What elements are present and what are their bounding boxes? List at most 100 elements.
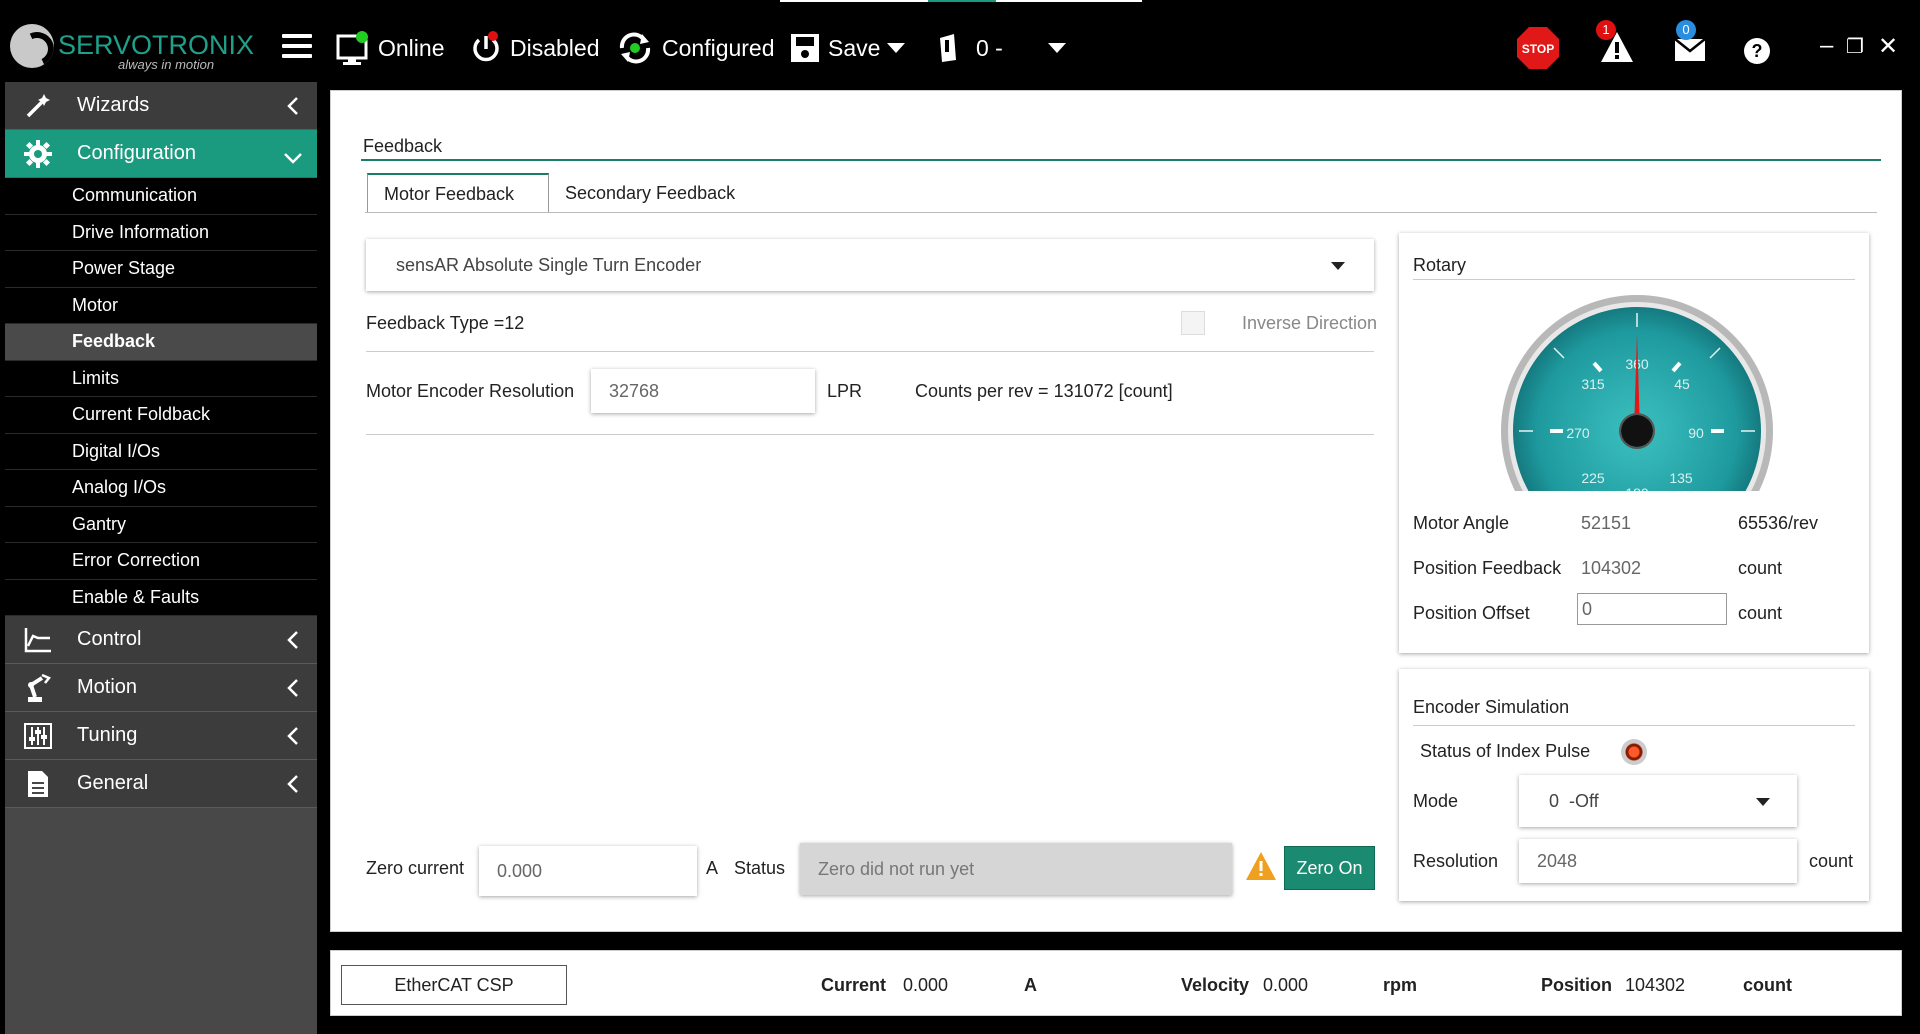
position-label: Position (1541, 975, 1612, 995)
drive-selector-dropdown[interactable]: 0 - (936, 28, 1075, 68)
sidebar-item-tuning[interactable]: Tuning (5, 712, 317, 760)
zero-on-button[interactable]: Zero On (1284, 846, 1375, 890)
sidebar-item-label: Configuration (77, 142, 196, 164)
gauge-tick-label: 90 (1688, 425, 1704, 441)
feedback-type-label: Feedback Type =12 (366, 313, 525, 333)
configured-status-button[interactable]: Configured (616, 28, 775, 68)
disabled-label: Disabled (510, 34, 600, 61)
inverse-direction-label: Inverse Direction (1242, 313, 1378, 333)
chevron-down-icon (283, 147, 303, 170)
sidebar-subitem-drive-information[interactable]: Drive Information (5, 214, 317, 251)
chart-icon (21, 623, 55, 657)
sidebar-subitem-current-foldback[interactable]: Current Foldback (5, 397, 317, 434)
chevron-left-icon (287, 630, 299, 656)
save-dropdown-button[interactable]: Save (790, 28, 914, 68)
gauge-tick-label: 180 (1625, 485, 1649, 491)
position-offset-label: Position Offset (1413, 603, 1530, 623)
sidebar-subitem-motor[interactable]: Motor (5, 287, 317, 324)
position-offset-input[interactable]: 0 (1577, 593, 1727, 625)
top-toolbar: SERVOTRONIX always in motion Online Disa… (0, 0, 1920, 78)
sidebar-item-general[interactable]: General (5, 760, 317, 808)
sidebar-item-wizards[interactable]: Wizards (5, 82, 317, 130)
zero-current-unit: A (706, 858, 719, 878)
alerts-button[interactable]: 1 (1596, 20, 1634, 69)
sidebar-subitem-analog-ios[interactable]: Analog I/Os (5, 470, 317, 507)
messages-badge: 0 (1676, 20, 1696, 40)
help-icon[interactable]: ? (1744, 38, 1770, 64)
section-divider (361, 159, 1881, 161)
gauge-tick-label: 270 (1566, 425, 1590, 441)
sim-resolution-input[interactable]: 2048 (1519, 839, 1797, 883)
motor-angle-unit: 65536/rev (1738, 513, 1819, 533)
servotronix-logo: SERVOTRONIX always in motion (10, 24, 254, 74)
monitor-icon (336, 31, 368, 65)
section-title: Feedback (363, 136, 443, 156)
hamburger-menu-icon[interactable] (282, 34, 312, 58)
encoder-resolution-label: Motor Encoder Resolution (366, 381, 575, 401)
sidebar-subitem-communication[interactable]: Communication (5, 178, 317, 215)
sidebar-subitem-digital-ios[interactable]: Digital I/Os (5, 433, 317, 470)
close-icon[interactable]: ✕ (1878, 32, 1898, 61)
position-feedback-unit: count (1738, 558, 1783, 578)
mode-select[interactable]: 0 -Off (1519, 775, 1797, 827)
zero-current-value: 0.000 (497, 860, 543, 881)
logo-tagline: always in motion (118, 57, 215, 72)
disabled-status-button[interactable]: Disabled (470, 28, 600, 68)
mode-value: 0 -Off (1549, 790, 1599, 811)
zero-status-field: Zero did not run yet (800, 843, 1232, 895)
drive-label: 0 - (976, 34, 1003, 61)
drive-icon (940, 34, 956, 62)
restore-icon[interactable]: ❐ (1846, 34, 1864, 59)
divider (366, 351, 1374, 352)
velocity-value: 0.000 (1263, 975, 1309, 995)
zero-current-label: Zero current (366, 858, 465, 878)
tab-motor-feedback[interactable]: Motor Feedback (367, 173, 549, 213)
encoder-resolution-unit: LPR (827, 381, 863, 401)
inverse-direction-checkbox[interactable] (1181, 311, 1205, 335)
gauge-tick-label: 225 (1581, 470, 1605, 486)
encoder-type-select[interactable]: sensAR Absolute Single Turn Encoder (366, 239, 1374, 291)
index-pulse-label: Status of Index Pulse (1420, 741, 1591, 761)
current-unit: A (1024, 975, 1037, 995)
zero-current-input[interactable]: 0.000 (479, 846, 697, 896)
gauge-hub (1621, 415, 1653, 447)
encoder-resolution-input[interactable]: 32768 (591, 369, 815, 413)
messages-button[interactable]: 0 (1674, 20, 1706, 67)
sim-resolution-unit: count (1809, 851, 1854, 871)
sidebar-item-control[interactable]: Control (5, 616, 317, 664)
gauge-tick-label: 315 (1581, 376, 1605, 392)
caret-down-icon (1331, 262, 1345, 270)
sidebar-item-motion[interactable]: Motion (5, 664, 317, 712)
status-bar: EtherCAT CSP Current 0.000 A Velocity 0.… (330, 950, 1902, 1016)
chevron-left-icon (287, 96, 299, 122)
sidebar-subitem-gantry[interactable]: Gantry (5, 506, 317, 543)
encoder-resolution-value: 32768 (609, 380, 660, 401)
stop-icon: STOP (1517, 27, 1559, 69)
rotary-card: Rotary 45 90 135 225 270 315 Motor Angle… (1399, 233, 1869, 653)
tab-secondary-feedback[interactable]: Secondary Feedback (549, 173, 751, 213)
configured-label: Configured (662, 34, 775, 61)
sidebar-item-configuration[interactable]: Configuration (5, 130, 317, 178)
online-status-button[interactable]: Online (336, 28, 444, 68)
sim-resolution-label: Resolution (1413, 851, 1499, 871)
gear-icon (21, 137, 55, 171)
motor-angle-value: 52151 (1581, 513, 1632, 533)
gauge-tick-label: 135 (1669, 470, 1693, 486)
sidebar-subitem-power-stage[interactable]: Power Stage (5, 251, 317, 288)
save-icon (791, 34, 819, 62)
motor-angle-label: Motor Angle (1413, 513, 1510, 533)
sidebar: Wizards Configuration Communication Driv… (5, 82, 317, 1034)
minimize-icon[interactable]: – (1820, 32, 1833, 60)
caret-down-icon (1047, 43, 1066, 53)
stop-button[interactable]: STOP (1516, 26, 1560, 70)
chevron-left-icon (287, 726, 299, 752)
sim-resolution-value: 2048 (1537, 850, 1578, 871)
position-offset-unit: count (1738, 603, 1783, 623)
velocity-label: Velocity (1181, 975, 1250, 995)
sidebar-subitem-feedback[interactable]: Feedback (5, 324, 317, 361)
caret-down-icon (887, 43, 906, 53)
sidebar-subitem-error-correction[interactable]: Error Correction (5, 543, 317, 580)
sidebar-subitem-enable-faults[interactable]: Enable & Faults (5, 579, 317, 616)
sidebar-subitem-limits[interactable]: Limits (5, 360, 317, 397)
logo-mark-icon (10, 24, 54, 68)
